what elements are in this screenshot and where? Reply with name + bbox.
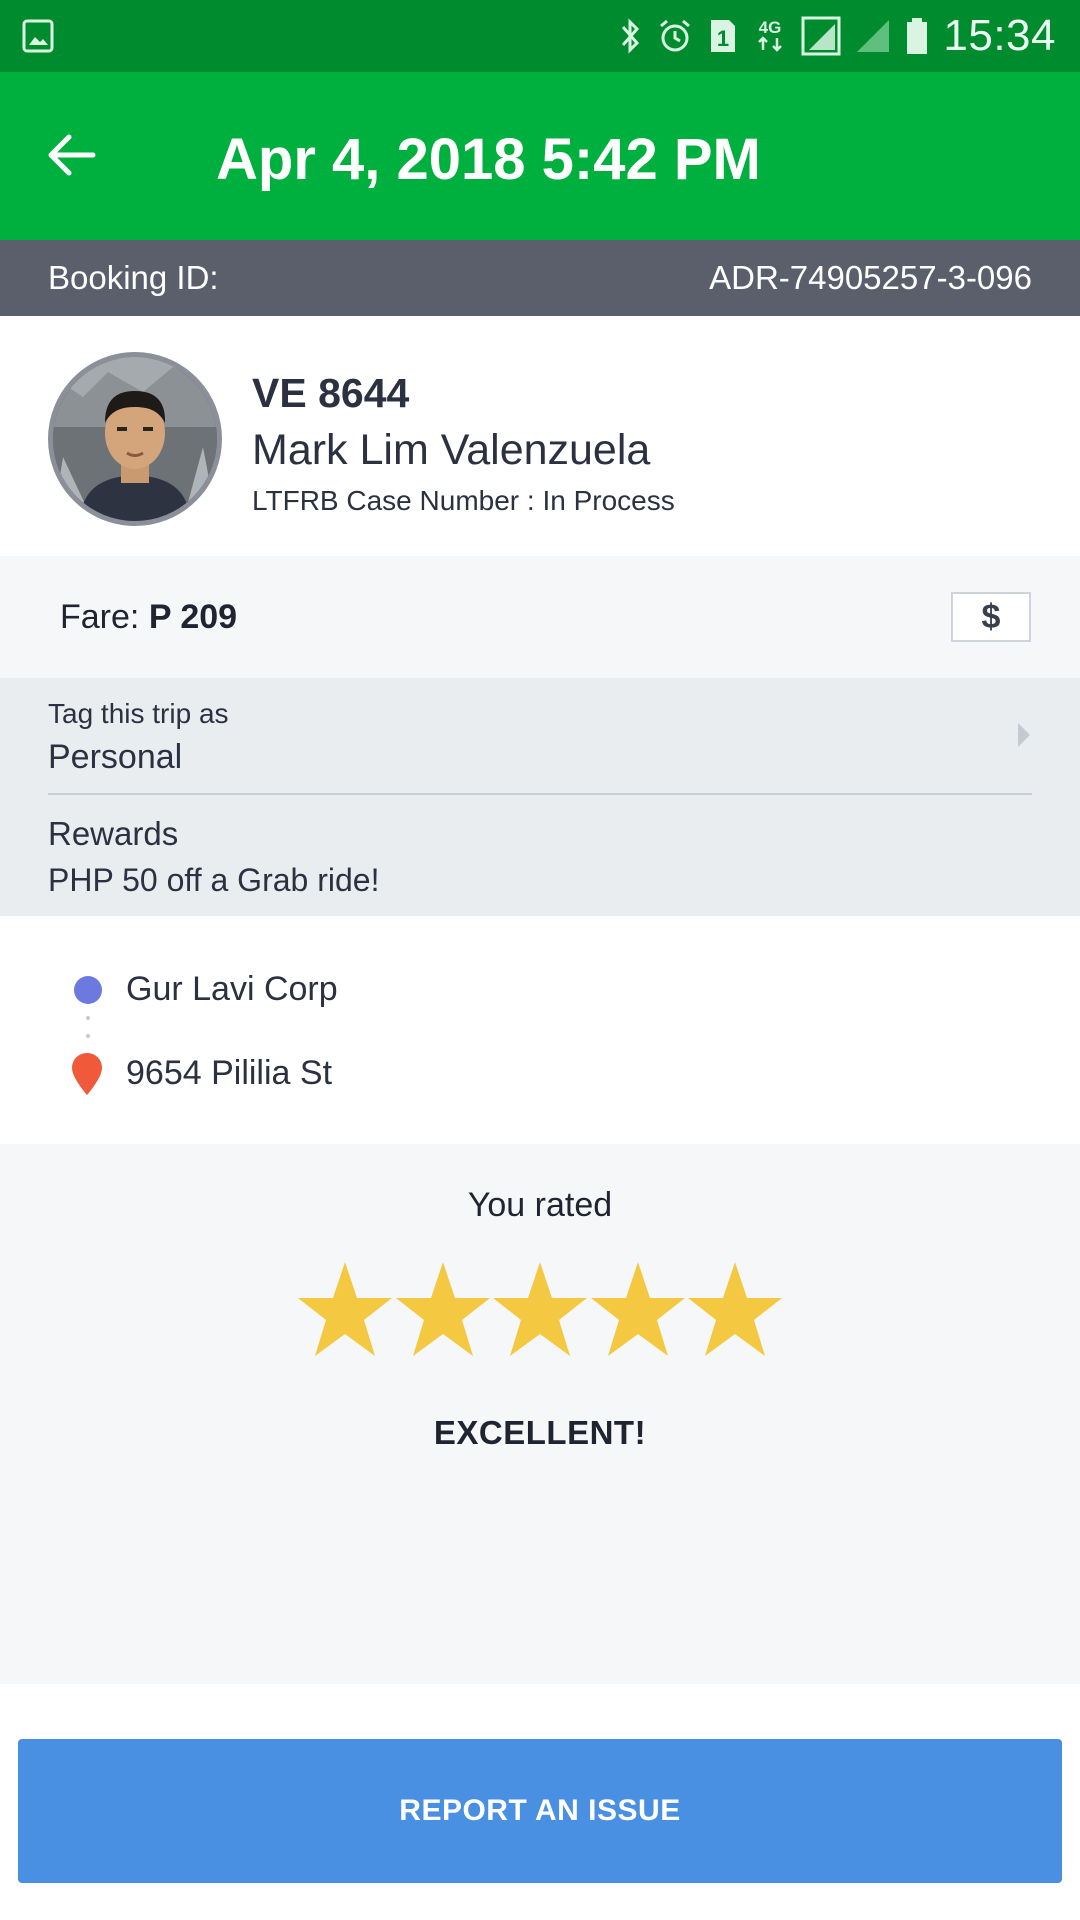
star-icon xyxy=(590,1262,685,1356)
payment-method-button[interactable]: $ xyxy=(951,592,1031,642)
driver-avatar xyxy=(48,352,222,526)
rating-text: EXCELLENT! xyxy=(433,1414,647,1451)
page-title: Apr 4, 2018 5:42 PM xyxy=(216,127,761,192)
rating-label: You rated xyxy=(467,1186,613,1224)
star-icon xyxy=(395,1262,490,1356)
status-icons: 1 4G 15:34 xyxy=(619,0,1056,72)
image-icon xyxy=(22,18,54,54)
ltfrb-case-number: LTFRB Case Number : In Process xyxy=(252,485,675,516)
4g-data-icon: 4G xyxy=(753,16,787,56)
star-rating xyxy=(297,1260,783,1364)
tag-trip-label: Tag this trip as xyxy=(48,698,229,729)
fare-label: Fare: xyxy=(60,598,140,636)
report-issue-button[interactable]: REPORT AN ISSUE xyxy=(18,1739,1062,1883)
star-icon xyxy=(493,1262,587,1356)
fare-value: P 209 xyxy=(148,598,238,636)
alarm-icon xyxy=(657,17,693,55)
fare-row: Fare: P 209 xyxy=(60,598,237,637)
battery-icon xyxy=(905,16,929,56)
pickup-address: Gur Lavi Corp xyxy=(126,970,338,1008)
rewards-value: PHP 50 off a Grab ride! xyxy=(48,862,380,898)
svg-text:1: 1 xyxy=(717,26,729,51)
svg-text:4G: 4G xyxy=(759,18,782,37)
booking-id-value: ADR-74905257-3-096 xyxy=(709,259,1032,296)
route-connector xyxy=(86,1016,90,1052)
driver-name: Mark Lim Valenzuela xyxy=(252,426,651,474)
sim-1-icon: 1 xyxy=(707,17,739,55)
bluetooth-icon xyxy=(619,17,643,55)
chevron-right-icon xyxy=(1018,723,1030,747)
pickup-dot-icon xyxy=(74,976,102,1004)
booking-id-label: Booking ID: xyxy=(48,259,219,296)
dropoff-address: 9654 Pililia St xyxy=(126,1054,333,1092)
vehicle-plate: VE 8644 xyxy=(252,370,410,416)
tag-trip-value: Personal xyxy=(48,738,183,776)
arrow-left-icon xyxy=(48,134,96,176)
star-icon xyxy=(688,1262,782,1356)
dropoff-pin-icon xyxy=(70,1052,104,1096)
star-icon xyxy=(298,1262,392,1356)
signal-icon xyxy=(801,16,841,56)
cash-icon: $ xyxy=(981,597,1001,636)
divider xyxy=(48,793,1032,795)
status-time: 15:34 xyxy=(943,11,1056,60)
rewards-label: Rewards xyxy=(48,815,179,852)
signal-icon xyxy=(855,18,891,54)
back-button[interactable] xyxy=(36,110,106,200)
